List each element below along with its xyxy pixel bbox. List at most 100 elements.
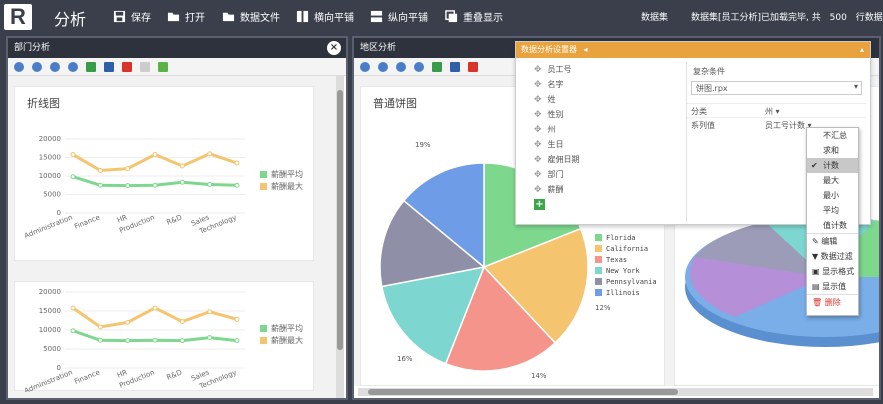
last-page-icon[interactable]	[68, 61, 78, 72]
add-field-button[interactable]: +	[534, 199, 545, 210]
tile-horizontal-button[interactable]: 横向平铺	[296, 9, 354, 24]
data-point	[97, 324, 103, 330]
y-tick-label: 20000	[39, 135, 61, 143]
word-icon[interactable]	[104, 61, 114, 72]
chart-title: 折线图	[27, 97, 60, 110]
menu-item-aggregate[interactable]: 最大	[807, 173, 858, 188]
panel-toolbar	[8, 58, 346, 76]
move-handle-icon[interactable]: ✥	[534, 170, 542, 180]
data-point	[70, 152, 76, 158]
pdf-icon[interactable]	[468, 61, 478, 72]
move-handle-icon[interactable]: ✥	[534, 125, 542, 135]
dataset-label[interactable]: 数据集	[641, 10, 668, 23]
category-select[interactable]: 州 ▾	[761, 104, 784, 117]
prev-page-icon[interactable]	[378, 61, 388, 72]
scrollbar-thumb[interactable]	[368, 389, 678, 395]
last-page-icon[interactable]	[414, 61, 424, 72]
field-item[interactable]: ✥ 姓	[516, 92, 681, 107]
x-tick-label: Administration	[23, 368, 74, 392]
move-handle-icon[interactable]: ✥	[534, 80, 542, 90]
vertical-scrollbar[interactable]	[336, 76, 344, 398]
tile-vertical-icon	[370, 10, 383, 23]
next-page-icon[interactable]	[50, 61, 60, 72]
first-page-icon[interactable]	[360, 61, 370, 72]
data-point	[125, 183, 131, 189]
caret-up-icon[interactable]: ▴	[860, 42, 864, 58]
move-handle-icon[interactable]: ✥	[534, 140, 542, 150]
data-point	[152, 337, 158, 343]
menu-item-show-value[interactable]: ▤ 显示值	[807, 279, 858, 294]
scrollbar-thumb[interactable]	[337, 90, 343, 350]
pie-label: 12%	[595, 304, 611, 312]
move-handle-icon[interactable]: ✥	[534, 185, 542, 195]
x-tick-label: Finance	[73, 368, 101, 385]
menu-item-filter[interactable]: ▼ 数据过滤	[807, 249, 858, 264]
menu-item-aggregate[interactable]: ✔ 计数	[807, 158, 858, 173]
data-point	[207, 309, 213, 315]
file-select[interactable]: 饼图.rpx ▾	[691, 81, 862, 95]
field-item[interactable]: ✥ 薪酬	[516, 182, 681, 197]
print-icon[interactable]	[140, 61, 150, 72]
save-button[interactable]: 保存	[113, 9, 151, 24]
open-button[interactable]: 打开	[167, 9, 205, 24]
filter-icon: ▼	[812, 252, 819, 261]
legend-swatch	[260, 337, 267, 344]
field-item[interactable]: ✥ 生日	[516, 137, 681, 152]
data-point	[70, 174, 76, 180]
menu-item-aggregate[interactable]: 平均	[807, 203, 858, 218]
menu-item-aggregate[interactable]: 不汇总	[807, 128, 858, 143]
pie-label: 14%	[531, 372, 547, 380]
legend-swatch	[260, 325, 267, 332]
legend-item: Texas	[595, 254, 657, 265]
excel-icon[interactable]	[432, 61, 442, 72]
data-point	[207, 182, 213, 188]
legend-item: Florida	[595, 232, 657, 243]
data-point	[207, 151, 213, 157]
data-point	[234, 338, 240, 344]
field-item[interactable]: ✥ 性别	[516, 107, 681, 122]
menu-item-delete[interactable]: 🗑 删除	[807, 295, 858, 310]
data-point	[70, 328, 76, 334]
legend-swatch	[260, 183, 267, 190]
move-handle-icon[interactable]: ✥	[534, 155, 542, 165]
data-point	[152, 182, 158, 188]
horizontal-scrollbar[interactable]	[358, 388, 873, 396]
data-file-button[interactable]: 数据文件	[222, 9, 280, 24]
overlay-icon	[445, 10, 458, 23]
field-item[interactable]: ✥ 州	[516, 122, 681, 137]
menu-item-aggregate[interactable]: 值计数	[807, 218, 858, 233]
y-tick-label: 5000	[43, 191, 61, 199]
config-header[interactable]: 数据分析设置器 ◂ ▴	[516, 42, 870, 58]
tile-vertical-button[interactable]: 纵向平铺	[370, 9, 428, 24]
pie-label: 19%	[415, 141, 431, 149]
tile-horizontal-icon	[296, 10, 309, 23]
menu-item-format[interactable]: ▣ 显示格式	[807, 264, 858, 279]
field-item[interactable]: ✥ 员工号	[516, 62, 681, 77]
excel-icon[interactable]	[86, 61, 96, 72]
data-point	[234, 160, 240, 166]
move-handle-icon[interactable]: ✥	[534, 65, 542, 75]
move-handle-icon[interactable]: ✥	[534, 110, 542, 120]
overlay-button[interactable]: 重叠显示	[445, 9, 503, 24]
field-list: ✥ 员工号 ✥ 名字 ✥ 姓 ✥ 性别 ✥ 州 ✥ 生日 ✥ 雇佣日期 ✥ 部门 ✥ 薪酬 +	[516, 62, 681, 210]
legend-label: 薪酬平均	[271, 169, 303, 179]
field-item[interactable]: ✥ 名字	[516, 77, 681, 92]
download-icon[interactable]	[158, 61, 168, 72]
line-chart-card-2: 0 5000 10000 15000 20000 Administration Financ…	[14, 281, 314, 392]
data-point	[70, 305, 76, 311]
y-tick-label: 15000	[39, 154, 61, 162]
menu-item-aggregate[interactable]: 求和	[807, 143, 858, 158]
edit-icon: ✎	[812, 237, 819, 246]
prev-page-icon[interactable]	[32, 61, 42, 72]
first-page-icon[interactable]	[14, 61, 24, 72]
close-button[interactable]: ×	[327, 41, 341, 55]
word-icon[interactable]	[450, 61, 460, 72]
menu-item-edit[interactable]: ✎ 编辑	[807, 234, 858, 249]
menu-item-aggregate[interactable]: 最小	[807, 188, 858, 203]
field-item[interactable]: ✥ 雇佣日期	[516, 152, 681, 167]
move-handle-icon[interactable]: ✥	[534, 95, 542, 105]
field-item[interactable]: ✥ 部门	[516, 167, 681, 182]
pdf-icon[interactable]	[122, 61, 132, 72]
next-page-icon[interactable]	[396, 61, 406, 72]
y-tick-label: 0	[57, 364, 61, 372]
